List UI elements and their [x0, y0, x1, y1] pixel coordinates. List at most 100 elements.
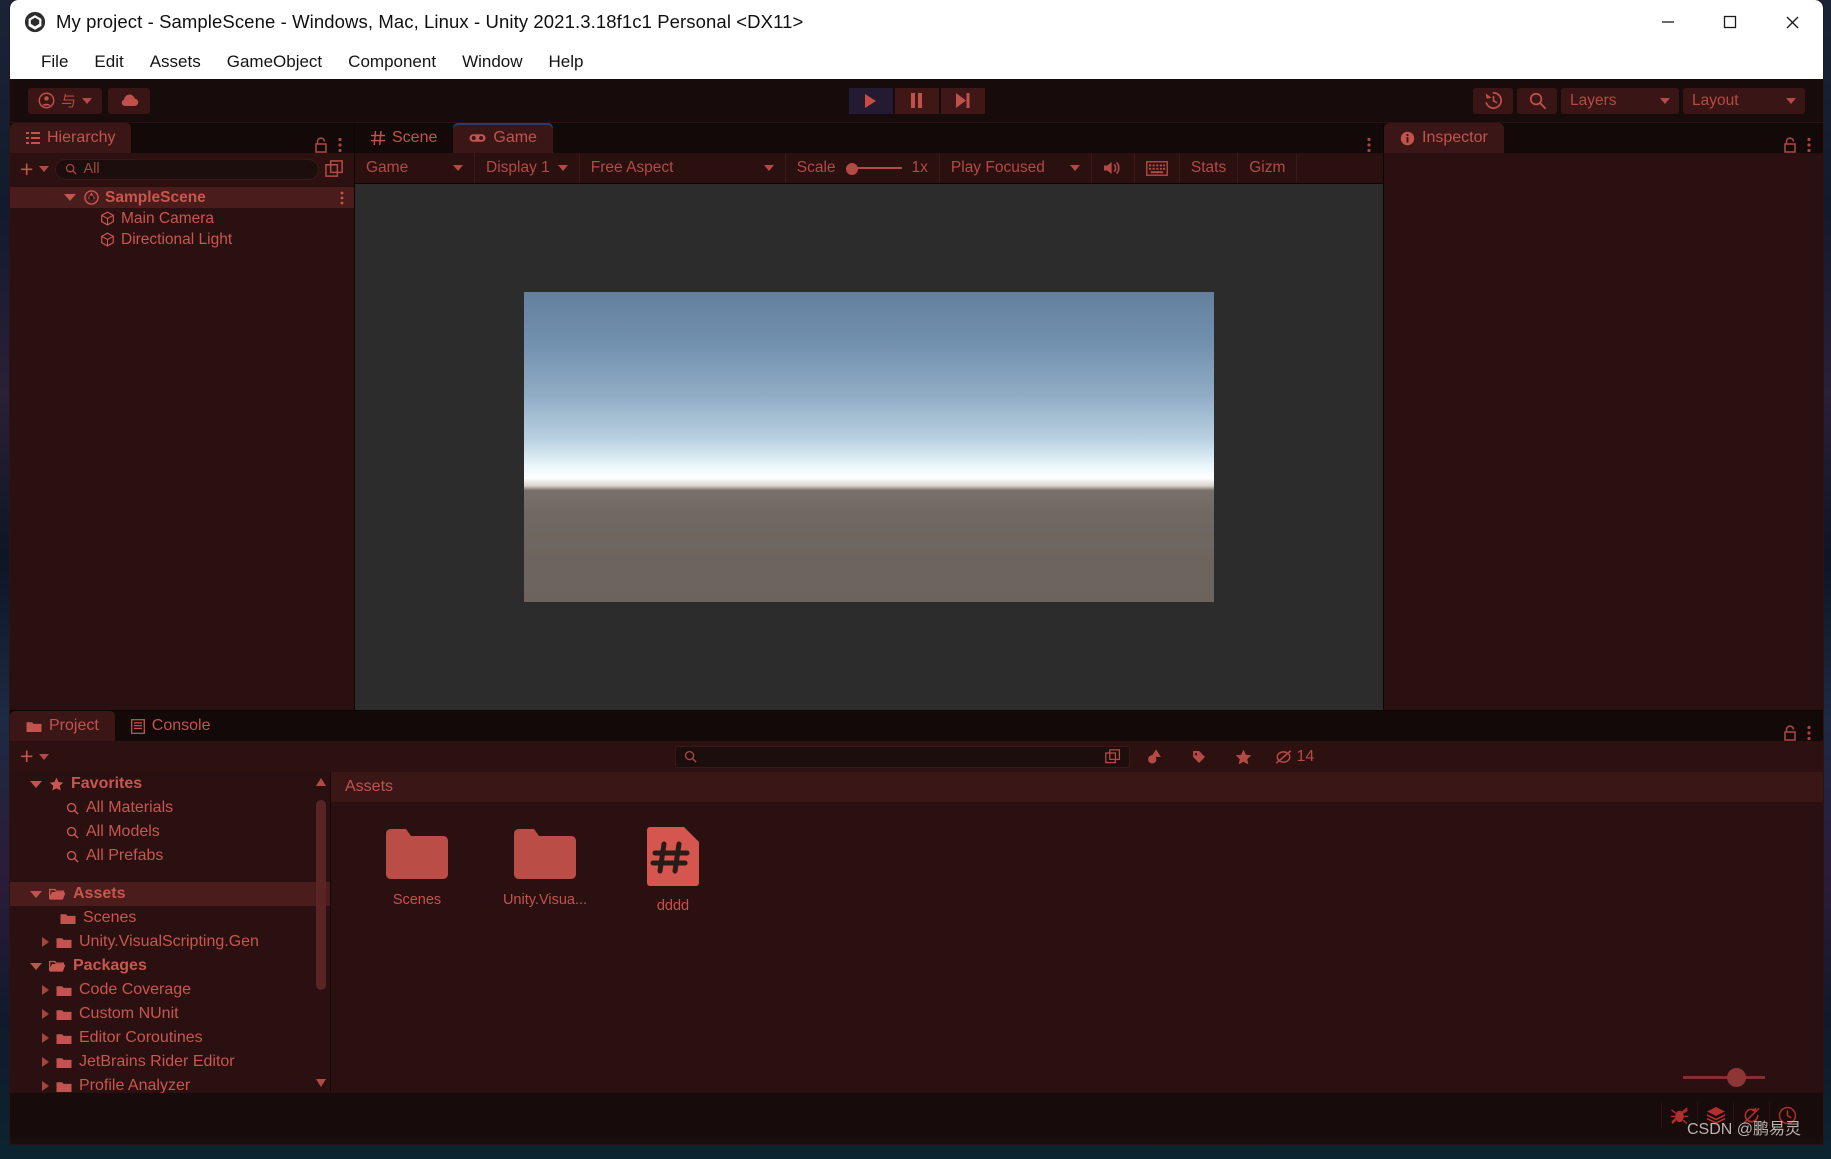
project-tree-scrollbar[interactable]	[316, 778, 326, 1087]
tab-game[interactable]: Game	[453, 123, 553, 153]
search-button[interactable]	[1517, 87, 1557, 114]
project-tree-custom-nunit[interactable]: Custom NUnit	[10, 1002, 330, 1026]
tab-scene[interactable]: Scene	[355, 123, 453, 153]
add-gameobject-button[interactable]: +	[20, 157, 33, 181]
layers-icon[interactable]	[1697, 1102, 1733, 1128]
scroll-up-arrow-icon[interactable]	[316, 778, 326, 786]
lock-icon[interactable]	[1783, 725, 1797, 741]
panel-menu-icon[interactable]	[1807, 725, 1811, 741]
clock-icon[interactable]	[1769, 1102, 1805, 1128]
lock-icon[interactable]	[1783, 137, 1797, 153]
panel-menu-icon[interactable]	[338, 137, 342, 153]
hierarchy-item-samplescene[interactable]: SampleScene	[10, 187, 354, 208]
folder-icon	[384, 826, 450, 882]
triangle-down-icon[interactable]	[30, 890, 42, 898]
game-view-mode-dropdown[interactable]: Game	[355, 153, 475, 183]
menu-component[interactable]: Component	[335, 48, 449, 76]
project-tree-profile-analyzer[interactable]: Profile Analyzer	[10, 1074, 330, 1093]
triangle-right-icon[interactable]	[42, 985, 49, 995]
expand-search-icon[interactable]	[325, 159, 344, 179]
layout-dropdown[interactable]: Layout	[1683, 87, 1805, 114]
layers-dropdown[interactable]: Layers	[1561, 87, 1679, 114]
aspect-dropdown[interactable]: Free Aspect	[580, 153, 786, 183]
chevron-down-icon[interactable]	[39, 753, 50, 760]
triangle-right-icon[interactable]	[42, 937, 49, 947]
close-button[interactable]	[1761, 0, 1823, 44]
project-tree-assets[interactable]: Assets	[10, 882, 330, 906]
triangle-right-icon[interactable]	[42, 1009, 49, 1019]
play-button[interactable]	[848, 87, 893, 114]
gizmos-dropdown[interactable]: Gizm	[1238, 153, 1298, 183]
lock-icon[interactable]	[314, 137, 328, 153]
refresh-icon[interactable]	[1733, 1102, 1769, 1128]
menu-window[interactable]: Window	[449, 48, 535, 76]
project-tree-editor-coroutines[interactable]: Editor Coroutines	[10, 1026, 330, 1050]
triangle-right-icon[interactable]	[42, 1033, 49, 1043]
project-tree-packages[interactable]: Packages	[10, 954, 330, 978]
bug-icon[interactable]	[1661, 1102, 1697, 1128]
history-button[interactable]	[1473, 87, 1513, 114]
step-button[interactable]	[940, 87, 985, 114]
tab-console[interactable]: Console	[115, 711, 227, 741]
asset-item-dddd[interactable]: dddd	[625, 826, 721, 914]
hierarchy-search-input[interactable]: All	[55, 158, 319, 180]
menu-edit[interactable]: Edit	[81, 48, 136, 76]
tab-project[interactable]: Project	[10, 711, 115, 741]
project-tree-favorites[interactable]: Favorites	[10, 772, 330, 796]
menu-file[interactable]: File	[28, 48, 81, 76]
project-tree-jetbrains-rider-editor[interactable]: JetBrains Rider Editor	[10, 1050, 330, 1074]
hidden-count-label: 14	[1296, 747, 1315, 765]
scale-slider-group[interactable]: Scale 1x	[786, 153, 940, 183]
stats-button[interactable]: Stats	[1180, 153, 1239, 183]
cloud-button[interactable]	[108, 87, 150, 114]
scrollbar-thumb[interactable]	[316, 800, 326, 990]
triangle-down-icon[interactable]	[30, 780, 42, 788]
chevron-down-icon[interactable]	[39, 166, 50, 172]
tab-inspector[interactable]: Inspector	[1384, 123, 1504, 153]
hierarchy-item-main-camera[interactable]: Main Camera	[10, 208, 354, 229]
play-mode-dropdown[interactable]: Play Focused	[940, 153, 1092, 183]
triangle-down-icon[interactable]	[30, 962, 42, 970]
mute-audio-button[interactable]	[1092, 153, 1135, 183]
menu-assets[interactable]: Assets	[137, 48, 214, 76]
game-view-canvas[interactable]	[355, 184, 1383, 710]
filter-favorites-button[interactable]	[1224, 746, 1262, 768]
filter-by-type-button[interactable]	[1136, 746, 1174, 768]
project-tree-code-coverage[interactable]: Code Coverage	[10, 978, 330, 1002]
create-asset-button[interactable]: +	[20, 745, 33, 768]
hierarchy-tree: SampleScene Main Camera Directional Ligh…	[10, 185, 354, 710]
hidden-packages-toggle[interactable]: 14	[1268, 746, 1320, 768]
search-icon	[66, 802, 79, 815]
triangle-right-icon[interactable]	[42, 1081, 49, 1091]
panel-menu-icon[interactable]	[1367, 137, 1371, 153]
keyboard-shortcuts-button[interactable]	[1135, 153, 1180, 183]
filter-by-label-button[interactable]	[1180, 746, 1218, 768]
panel-menu-icon[interactable]	[340, 191, 354, 205]
display-dropdown[interactable]: Display 1	[475, 153, 580, 183]
project-tree-all-models[interactable]: All Models	[10, 820, 330, 844]
project-search-input[interactable]	[675, 745, 1131, 768]
account-button[interactable]: 与	[28, 87, 102, 114]
hierarchy-item-directional-light[interactable]: Directional Light	[10, 229, 354, 250]
pause-button[interactable]	[894, 87, 939, 114]
menu-help[interactable]: Help	[536, 48, 597, 76]
project-tree-unity-visualscripting[interactable]: Unity.VisualScripting.Gen	[10, 930, 330, 954]
slider-knob[interactable]	[1727, 1067, 1746, 1087]
minimize-button[interactable]	[1637, 0, 1699, 44]
maximize-button[interactable]	[1699, 0, 1761, 44]
triangle-down-icon[interactable]	[64, 194, 76, 201]
project-tree-all-prefabs[interactable]: All Prefabs	[10, 844, 330, 868]
expand-search-icon[interactable]	[1105, 748, 1121, 765]
tab-hierarchy[interactable]: Hierarchy	[10, 123, 132, 153]
panel-menu-icon[interactable]	[1807, 137, 1811, 153]
project-tree-scenes[interactable]: Scenes	[10, 906, 330, 930]
asset-item-scenes[interactable]: Scenes	[369, 826, 465, 908]
asset-item-unity-visualscripting[interactable]: Unity.Visua...	[497, 826, 593, 908]
menu-gameobject[interactable]: GameObject	[214, 48, 335, 76]
project-tree-all-materials[interactable]: All Materials	[10, 796, 330, 820]
scroll-down-arrow-icon[interactable]	[316, 1079, 326, 1087]
asset-size-slider[interactable]	[1683, 1067, 1765, 1087]
breadcrumb[interactable]: Assets	[331, 772, 1823, 802]
triangle-right-icon[interactable]	[42, 1057, 49, 1067]
scale-slider[interactable]	[845, 161, 902, 175]
